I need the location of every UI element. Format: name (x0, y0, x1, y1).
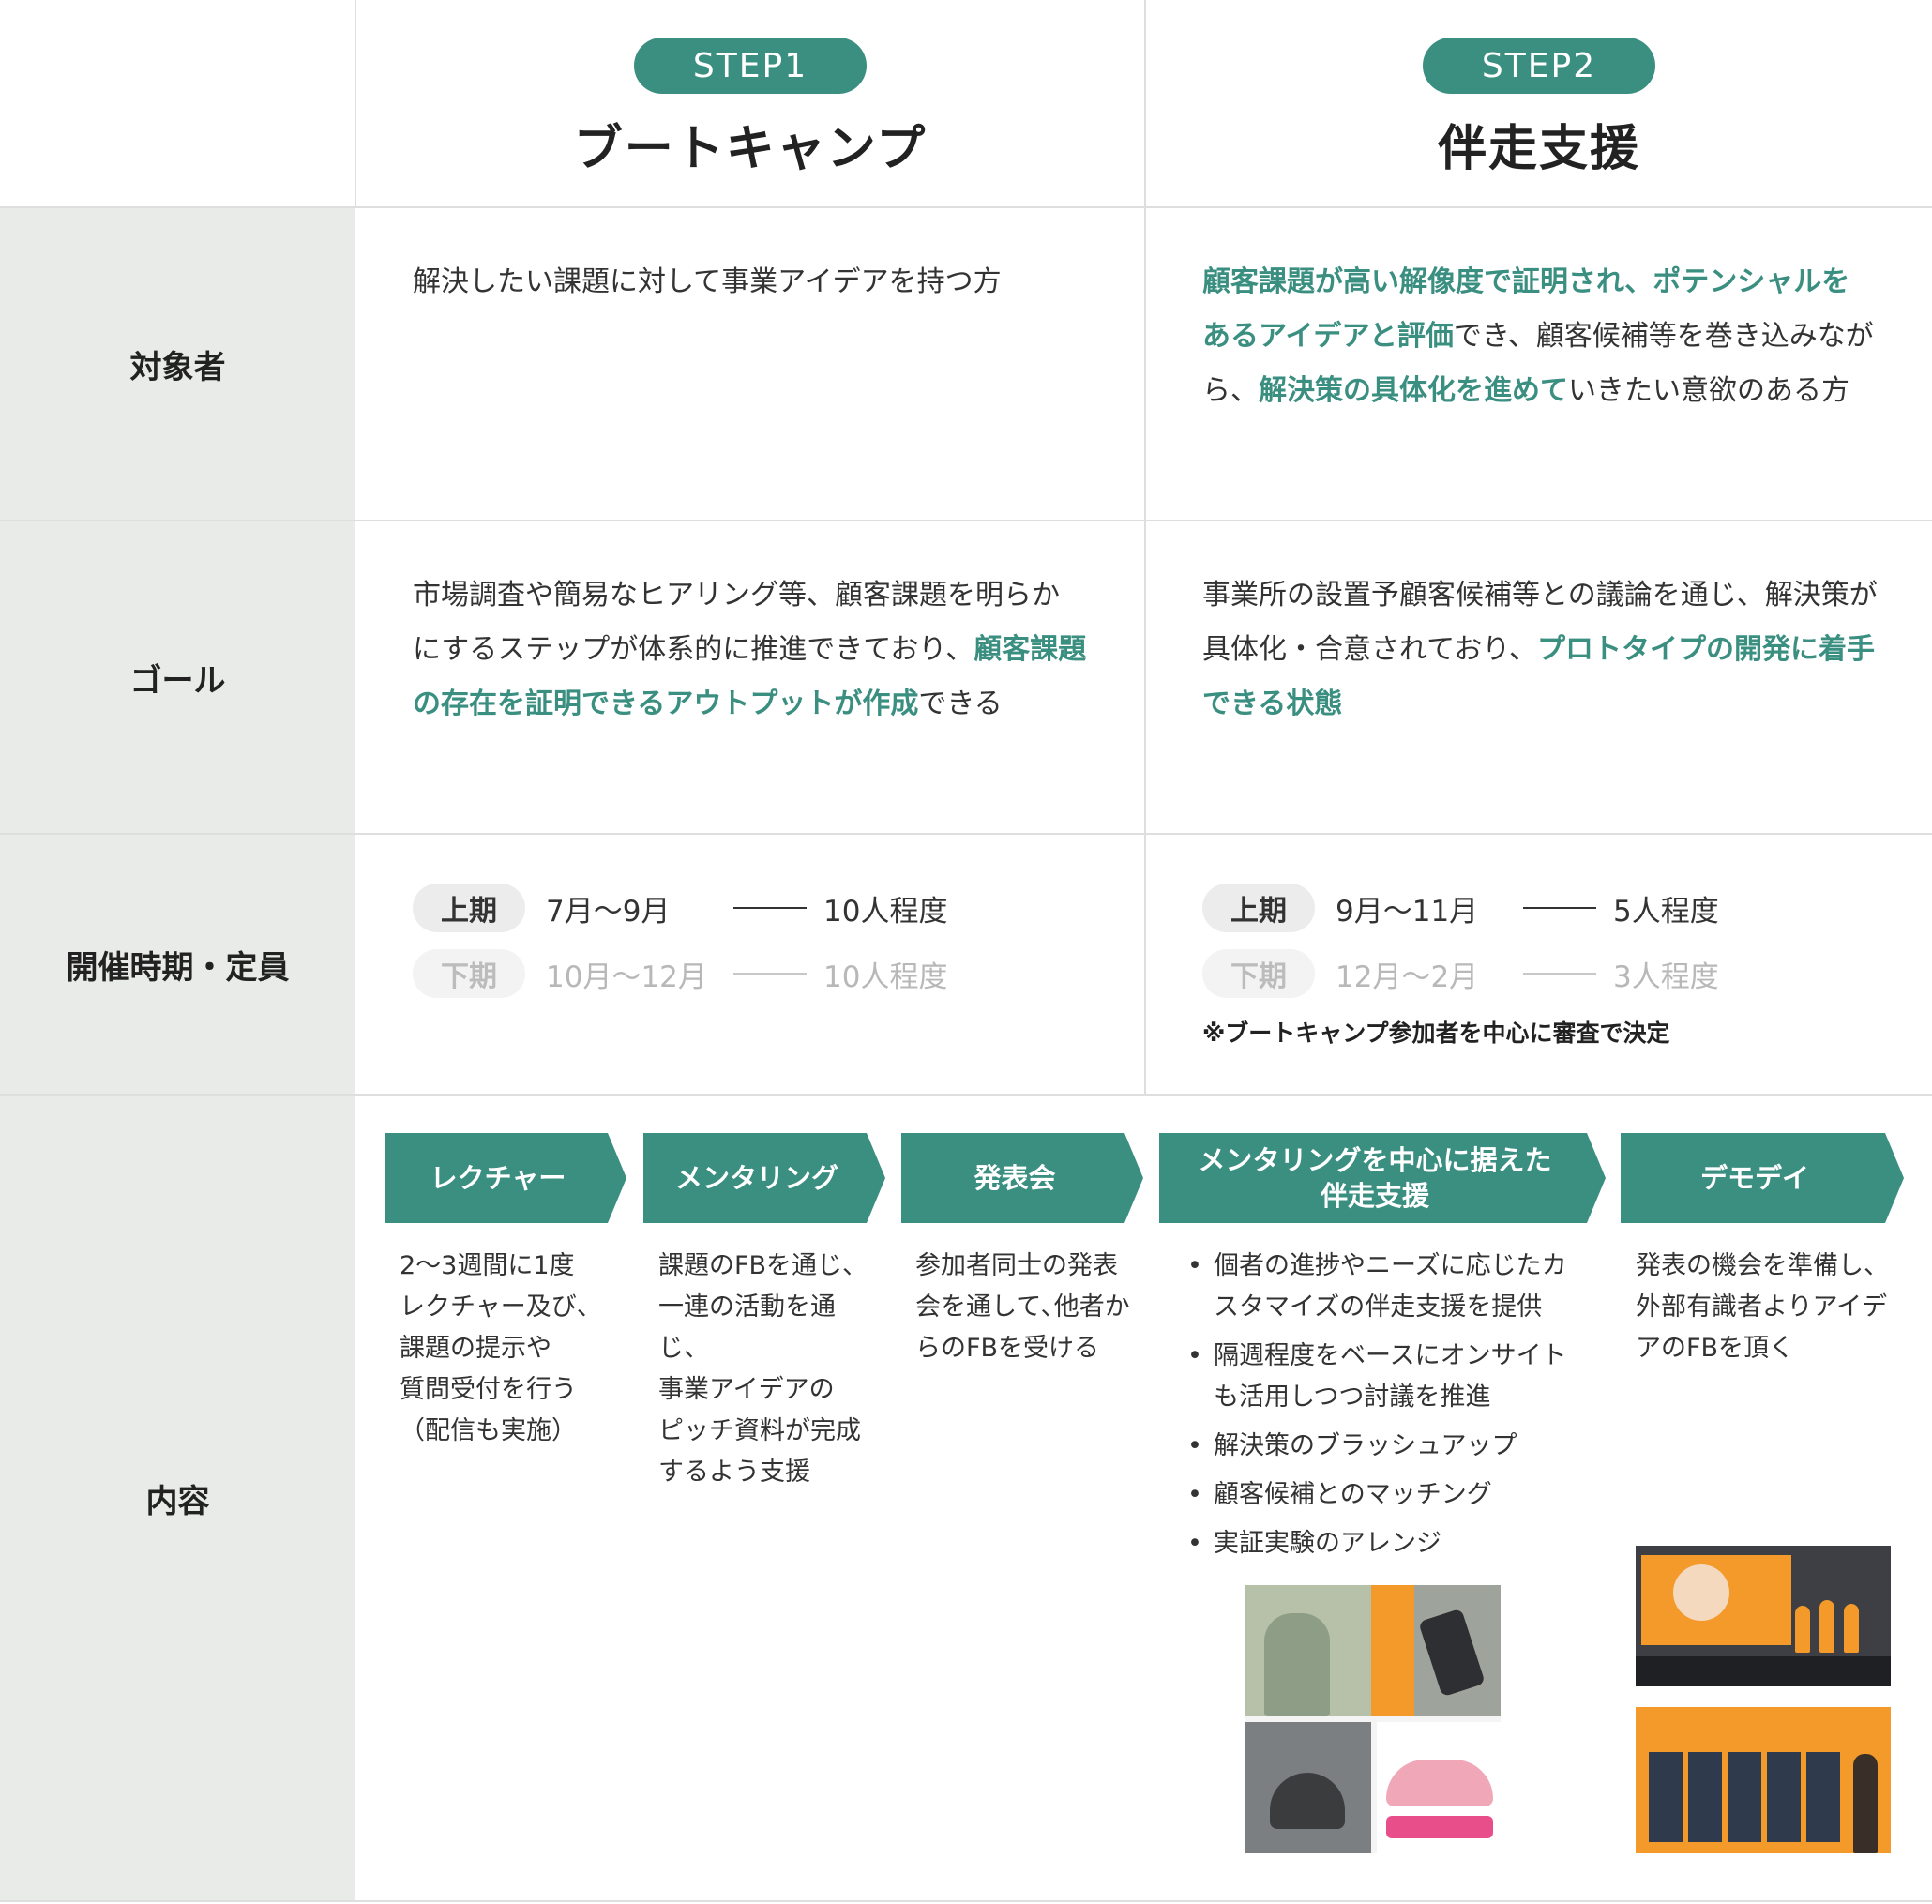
support-photo-collage (1245, 1585, 1501, 1853)
step1-badge: STEP1 (634, 38, 867, 94)
step2-badge: STEP2 (1423, 38, 1655, 94)
list-item: 顧客候補とのマッチング (1185, 1474, 1589, 1516)
arrow-support: メンタリングを中心に据えた 伴走支援 (1159, 1133, 1606, 1223)
step2-target-text: 顧客課題が高い解像度で証明され、ポテンシャルをあるアイデアと評価でき、顧客候補等… (1202, 265, 1874, 407)
step1-term-second-half: 下期 10月〜12月 10人程度 (413, 949, 947, 998)
support-bullet-list: 個者の進捗やニーズに応じたカスタマイズの伴走支援を提供 隔週程度をベースにオンサ… (1185, 1246, 1589, 1572)
list-item: 個者の進捗やニーズに応じたカスタマイズの伴走支援を提供 (1185, 1246, 1589, 1328)
arrow-mentoring: メンタリング (643, 1133, 885, 1223)
arrow-lecture: レクチャー (385, 1133, 626, 1223)
step1-term-first-half: 上期 7月〜9月 10人程度 (413, 884, 947, 932)
step1-header: STEP1 ブートキャンプ (356, 0, 1144, 206)
demoday-photo-screens (1636, 1707, 1891, 1853)
step1-title: ブートキャンプ (573, 121, 928, 177)
arrow-presentation: 発表会 (901, 1133, 1143, 1223)
row-label-schedule: 開催時期・定員 (0, 835, 355, 1094)
step2-goal-text: 事業所の設置予顧客候補等との議論を通じ、解決策が具体化・合意されており、プロトタ… (1202, 579, 1878, 720)
step2-term-second-half: 下期 12月〜2月 3人程度 (1202, 949, 1719, 998)
demoday-description: 発表の機会を準備し、 外部有識者よりアイデ アのFBを頂く (1636, 1251, 1889, 1363)
step1-target-text: 解決したい課題に対して事業アイデアを持つ方 (413, 265, 1002, 298)
list-item: 隔週程度をベースにオンサイトも活用しつつ討議を推進 (1185, 1336, 1589, 1418)
list-item: 実証実験のアレンジ (1185, 1523, 1589, 1564)
mentoring-description: 課題のFBを通じ、 一連の活動を通じ、 事業アイデアの ピッチ資料が完成 するよ… (658, 1251, 868, 1487)
divider (0, 1900, 1932, 1902)
row-label-content: 内容 (0, 1096, 355, 1900)
selection-note: ※ブートキャンプ参加者を中心に審査で決定 (1202, 1020, 1670, 1047)
row-label-target: 対象者 (0, 208, 355, 520)
row-label-goal: ゴール (0, 521, 355, 833)
demoday-photo-stage (1636, 1546, 1891, 1686)
step1-goal-text: 市場調査や簡易なヒアリング等、顧客課題を明らかにするステップが体系的に推進できて… (413, 579, 1087, 720)
presentation-description: 参加者同士の発表 会を通して､他者か らのFBを受ける (915, 1251, 1130, 1363)
step2-title: 伴走支援 (1437, 121, 1640, 177)
arrow-demoday: デモデイ (1621, 1133, 1904, 1223)
lecture-description: 2〜3週間に1度 レクチャー及び、 課題の提示や 質問受付を行う （配信も実施） (400, 1251, 602, 1445)
list-item: 解決策のブラッシュアップ (1185, 1426, 1589, 1467)
step2-term-first-half: 上期 9月〜11月 5人程度 (1202, 884, 1719, 932)
step2-header: STEP2 伴走支援 (1146, 0, 1932, 206)
